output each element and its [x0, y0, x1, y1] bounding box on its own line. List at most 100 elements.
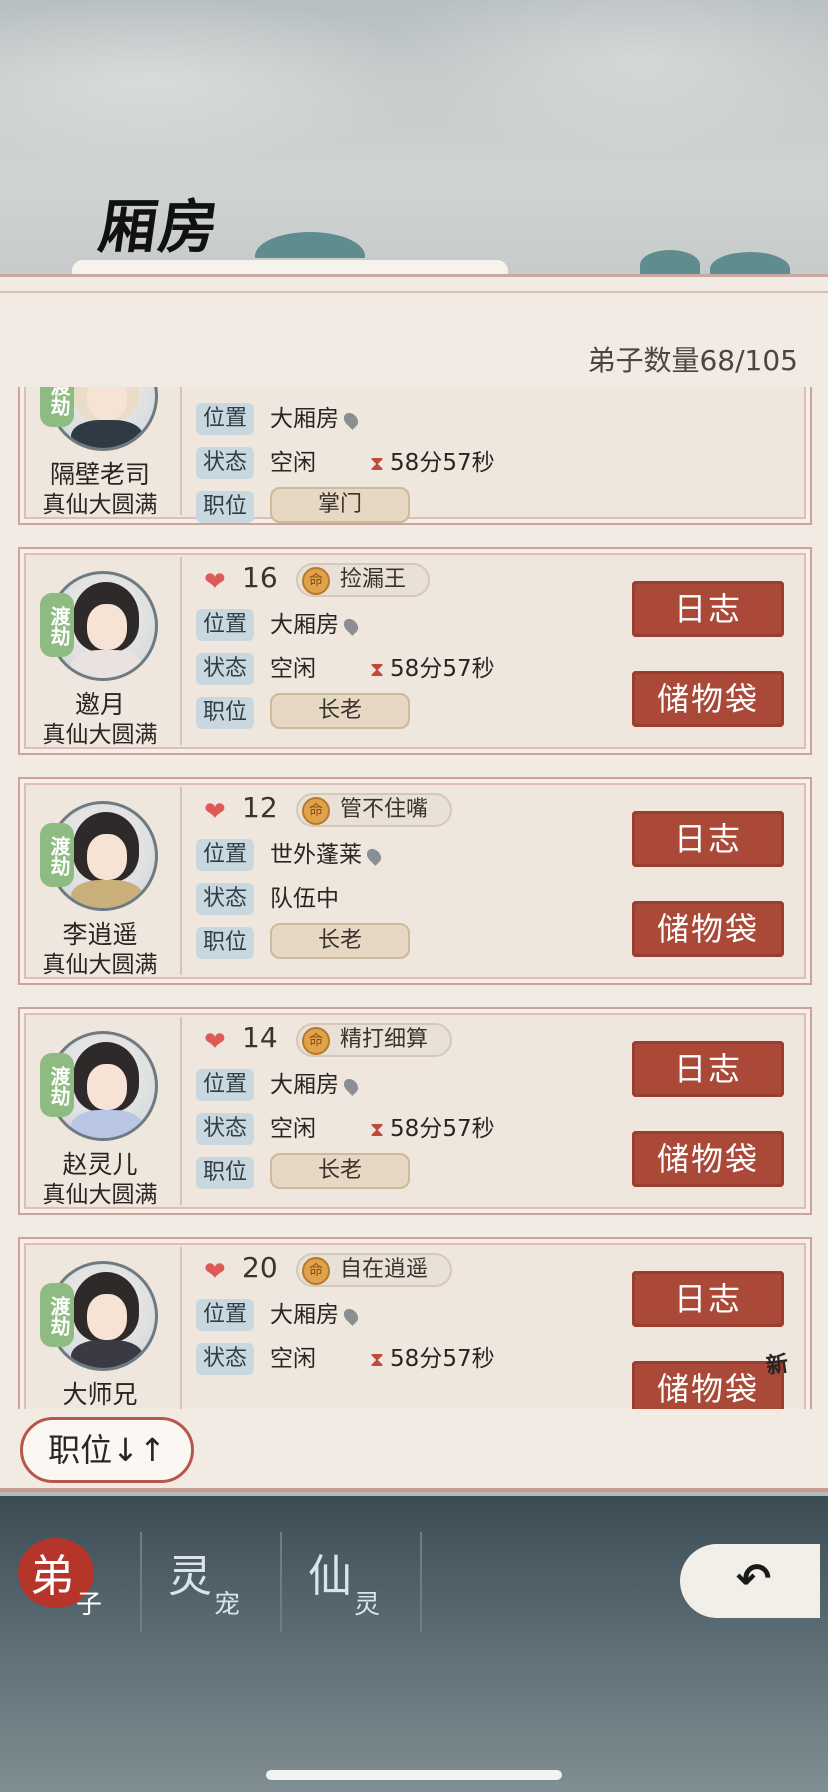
back-button[interactable]: ↶	[680, 1544, 820, 1618]
sort-by-role-button[interactable]: 职位↓↑	[20, 1417, 194, 1483]
tab-label: 仙	[308, 1551, 352, 1602]
tab-label: 弟	[30, 1551, 74, 1602]
heart-icon: ❤	[204, 1257, 226, 1287]
disciple-card[interactable]: 渡劫 大师兄 ❤ 20 命自在逍遥 位置 大厢房 状态 空闲 ⧗ 58分57秒 日…	[18, 1237, 812, 1409]
card-divider	[180, 787, 182, 975]
tab-sublabel: 子	[76, 1590, 103, 1620]
status-timer: ⧗ 58分57秒	[370, 656, 495, 682]
storage-bag-button[interactable]: 储物袋	[632, 1131, 784, 1187]
home-indicator[interactable]	[266, 1770, 562, 1780]
status-label: 状态	[196, 1343, 254, 1375]
tab-sublabel: 宠	[214, 1590, 241, 1620]
disciple-realm: 真仙大圆满	[42, 952, 158, 978]
status-label: 状态	[196, 653, 254, 685]
fate-icon: 命	[302, 797, 330, 825]
location-label: 位置	[196, 1069, 254, 1101]
tab-disciples[interactable]: 弟 子	[10, 1530, 130, 1634]
fate-icon: 命	[302, 1257, 330, 1285]
tab-label: 灵	[168, 1551, 212, 1602]
tab-spirits[interactable]: 仙 灵	[288, 1530, 408, 1634]
role-label: 职位	[196, 491, 254, 523]
disciple-card[interactable]: 渡劫 赵灵儿 真仙大圆满 ❤ 14 命精打细算 位置 大厢房 状态 空闲 ⧗ 58…	[18, 1007, 812, 1215]
page-title: 厢房	[94, 193, 225, 261]
location-value: 世外蓬莱	[270, 839, 384, 871]
status-value: 队伍中	[270, 886, 339, 912]
tab-divider	[140, 1532, 142, 1632]
bottom-nav: 弟 子 灵 宠 仙 灵 ↶	[0, 1496, 828, 1792]
heart-icon: ❤	[204, 1027, 226, 1057]
log-button[interactable]: 日志	[632, 1041, 784, 1097]
disciple-card[interactable]: 渡劫 邀月 真仙大圆满 ❤ 16 命捡漏王 位置 大厢房 状态 空闲 ⧗ 58分5…	[18, 547, 812, 755]
location-value: 大厢房	[270, 1299, 361, 1331]
storage-bag-button[interactable]: 储物袋	[632, 1361, 784, 1409]
status-label: 状态	[196, 447, 254, 479]
log-button[interactable]: 日志	[632, 811, 784, 867]
card-divider	[180, 557, 182, 745]
hourglass-icon: ⧗	[370, 1117, 385, 1141]
log-button[interactable]: 日志	[632, 1271, 784, 1327]
disciple-realm: 真仙大圆满	[42, 492, 158, 518]
role-label: 职位	[196, 927, 254, 959]
hourglass-icon: ⧗	[370, 1347, 385, 1371]
disciple-name: 大师兄	[62, 1380, 138, 1409]
location-label: 位置	[196, 1299, 254, 1331]
favor-value: 14	[242, 1021, 278, 1054]
storage-bag-button[interactable]: 储物袋	[632, 901, 784, 957]
trait-tag[interactable]: 命管不住嘴	[296, 793, 453, 827]
favor-value: 12	[242, 791, 278, 824]
realm-seal-icon: 渡劫	[40, 823, 74, 887]
disciple-realm: 真仙大圆满	[42, 1182, 158, 1208]
status-value: 空闲	[270, 656, 316, 682]
disciple-card[interactable]: 渡劫 隔壁老司 真仙大圆满 位置 大厢房 状态 空闲 ⧗ 58分57秒 职位 掌门	[18, 387, 812, 525]
fate-icon: 命	[302, 567, 330, 595]
hourglass-icon: ⧗	[370, 657, 385, 681]
location-value: 大厢房	[270, 1069, 361, 1101]
new-badge: 新	[764, 1351, 790, 1380]
card-divider	[180, 387, 182, 515]
status-timer: ⧗ 58分57秒	[370, 1346, 495, 1372]
back-arrow-icon: ↶	[736, 1554, 772, 1603]
status-label: 状态	[196, 883, 254, 915]
role-label: 职位	[196, 697, 254, 729]
role-button[interactable]: 长老	[270, 1153, 410, 1189]
disciple-list[interactable]: 渡劫 隔壁老司 真仙大圆满 位置 大厢房 状态 空闲 ⧗ 58分57秒 职位 掌门…	[18, 387, 812, 1409]
disciple-panel: 弟子数量68/105 渡劫 隔壁老司 真仙大圆满 位置 大厢房 状态 空闲 ⧗ 5…	[0, 274, 828, 1492]
role-button[interactable]: 长老	[270, 923, 410, 959]
realm-seal-icon: 渡劫	[40, 1283, 74, 1347]
location-label: 位置	[196, 403, 254, 435]
favor-value: 20	[242, 1251, 278, 1284]
trait-tag[interactable]: 命精打细算	[296, 1023, 453, 1057]
role-label: 职位	[196, 1157, 254, 1189]
card-divider	[180, 1247, 182, 1409]
realm-seal-icon: 渡劫	[40, 1053, 74, 1117]
status-timer: ⧗ 58分57秒	[370, 1116, 495, 1142]
status-value: 空闲	[270, 450, 316, 476]
tab-divider	[420, 1532, 422, 1632]
map-pin-icon	[364, 845, 384, 866]
heart-icon: ❤	[204, 567, 226, 597]
card-divider	[180, 1017, 182, 1205]
role-button[interactable]: 掌门	[270, 487, 410, 523]
hourglass-icon: ⧗	[370, 451, 385, 475]
location-value: 大厢房	[270, 403, 361, 435]
tab-pets[interactable]: 灵 宠	[148, 1530, 268, 1634]
role-button[interactable]: 长老	[270, 693, 410, 729]
favor-value: 16	[242, 561, 278, 594]
heart-icon: ❤	[204, 797, 226, 827]
status-label: 状态	[196, 1113, 254, 1145]
location-label: 位置	[196, 609, 254, 641]
realm-seal-icon: 渡劫	[40, 387, 74, 427]
map-pin-icon	[341, 1075, 361, 1096]
disciple-card[interactable]: 渡劫 李逍遥 真仙大圆满 ❤ 12 命管不住嘴 位置 世外蓬莱 状态 队伍中 职…	[18, 777, 812, 985]
disciple-realm: 真仙大圆满	[42, 722, 158, 748]
map-pin-icon	[341, 1305, 361, 1326]
log-button[interactable]: 日志	[632, 581, 784, 637]
tab-sublabel: 灵	[354, 1590, 381, 1620]
storage-bag-button[interactable]: 储物袋	[632, 671, 784, 727]
realm-seal-icon: 渡劫	[40, 593, 74, 657]
fate-icon: 命	[302, 1027, 330, 1055]
location-label: 位置	[196, 839, 254, 871]
trait-tag[interactable]: 命捡漏王	[296, 563, 431, 597]
trait-tag[interactable]: 命自在逍遥	[296, 1253, 453, 1287]
status-timer: ⧗ 58分57秒	[370, 450, 495, 476]
